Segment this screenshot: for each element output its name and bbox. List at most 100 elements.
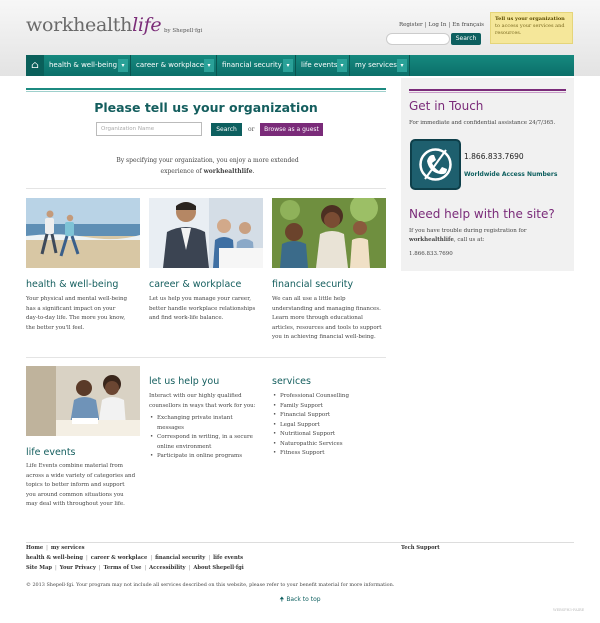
login-link[interactable]: Log In [428,22,446,28]
help-phone[interactable]: 1.866.833.7690 [409,250,453,259]
arrow-up-icon: 🠉 [279,596,285,603]
life-events-desc: Life Events combine material from across … [26,463,136,507]
health-title[interactable]: health & well-being [26,279,118,290]
footer-row-3: Site Map | Your Privacy | Terms of Use | Acces… [26,565,244,571]
logo-life-text: life [132,14,162,36]
footer-link[interactable]: Accessibility [149,565,185,571]
life-events-title[interactable]: life events [26,447,76,458]
nav-financial[interactable]: financial security [218,55,282,76]
spec-line: experience of workhealthlife. [160,168,255,175]
footer-link[interactable]: my services [51,545,85,551]
nav-my-services[interactable]: my services [351,55,397,76]
nav-health[interactable]: health & well-being [45,55,117,76]
spec-line: By specifying your organization, you enj… [116,157,299,164]
tech-support-link[interactable]: Tech Support [401,545,440,551]
help-options-list: Exchanging private instantmessages Corre… [149,414,267,462]
phone-icon [410,139,461,190]
tip-title[interactable]: Tell us your organization [495,16,565,22]
footer-rule [26,542,574,543]
couple-photo[interactable] [26,366,140,436]
list-item: Exchanging private instantmessages [149,414,267,433]
nav-separator [349,55,350,76]
logo-main-text: workhealth [26,14,133,36]
list-item: Participate in online programs [149,452,267,462]
get-in-touch-title: Get in Touch [409,99,484,113]
footer-link[interactable]: About Shepell·fgi [193,565,243,571]
footer-row-2: health & well-being | career & workplace | f… [26,555,244,561]
chevron-down-icon[interactable]: ▾ [118,59,128,72]
utility-links: Register | Log In | En français [399,22,484,28]
worldwide-access-link[interactable]: Worldwide Access Numbers [464,171,557,178]
section-divider [26,357,386,358]
career-title[interactable]: career & workplace [149,279,241,290]
french-link[interactable]: En français [452,22,484,28]
nav-separator [130,55,131,76]
service-item[interactable]: Legal Support [272,421,390,431]
service-item[interactable]: Financial Support [272,411,390,421]
services-title: services [272,376,311,387]
org-search-button[interactable]: Search [211,123,242,136]
or-label: or [248,126,255,133]
financial-desc: We can all use a little help understandin… [272,296,382,340]
top-search-button[interactable]: Search [451,33,481,45]
services-list: Professional Counselling Family Support … [272,392,390,459]
back-to-top-link[interactable]: 🠉 Back to top [0,595,600,605]
main-rule-light [26,91,386,92]
nav-separator [295,55,296,76]
service-item[interactable]: Family Support [272,402,390,412]
phone-number[interactable]: 1.866.833.7690 [464,152,524,161]
footer-link[interactable]: career & workplace [91,555,148,561]
let-us-help-intro: Interact with our highly qualified counse… [149,393,256,409]
trouble-text: If you have trouble during registration … [409,228,527,243]
immediate-text: For immediate and confidential assistanc… [409,120,556,126]
nav-separator [216,55,217,76]
server-id: WEBSPH3-FAIRE [553,608,585,612]
service-item[interactable]: Nutritional Support [272,430,390,440]
service-item[interactable]: Professional Counselling [272,392,390,402]
copyright: © 2013 Shepell·fgi. Your program may not… [26,582,395,588]
footer-link[interactable]: financial security [155,555,205,561]
service-item[interactable]: Naturopathic Services [272,440,390,450]
footer-link[interactable]: Your Privacy [60,565,96,571]
home-icon[interactable]: ⌂ [26,55,44,76]
main-nav: ⌂ health & well-being ▾ career & workpla… [26,55,574,76]
footer-link[interactable]: Site Map [26,565,52,571]
org-tip-box: Tell us your organization to access your… [490,12,573,44]
nav-career[interactable]: career & workplace [132,55,204,76]
footer-link[interactable]: Home [26,545,43,551]
chevron-down-icon[interactable]: ▾ [283,59,293,72]
footer-row-1: Home | my services [26,545,85,551]
section-divider [26,188,386,189]
sidebar-rule [409,89,566,91]
health-desc: Your physical and mental well-being has a… [26,296,128,331]
financial-title[interactable]: financial security [272,279,353,290]
chevron-down-icon[interactable]: ▾ [397,59,407,72]
service-item[interactable]: Fitness Support [272,449,390,459]
sidebar-rule-light [409,92,566,93]
chevron-down-icon[interactable]: ▾ [204,59,214,72]
beach-photo[interactable] [26,198,140,268]
browse-guest-button[interactable]: Browse as a guest [260,123,323,136]
family-photo[interactable] [272,198,386,268]
register-link[interactable]: Register [399,22,423,28]
tip-text: to access your services and resources. [495,23,565,36]
nav-separator [409,55,410,76]
back-to-top-label: Back to top [286,596,321,603]
spec-text: By specifying your organization, you enj… [110,155,305,177]
byline: by Shepell·fgi [164,28,203,34]
career-desc: Let us help you manage your career, bette… [149,296,256,321]
footer-link[interactable]: health & well-being [26,555,83,561]
let-us-help-title: let us help you [149,376,220,387]
nav-life-events[interactable]: life events [297,55,337,76]
list-item: Correspond in writing, in a secureonline… [149,433,267,452]
need-help-title: Need help with the site? [409,207,555,221]
main-rule [26,88,386,90]
site-logo[interactable]: workhealthlife [26,14,162,36]
office-photo[interactable] [149,198,263,268]
footer-link[interactable]: Terms of Use [104,565,142,571]
footer-link[interactable]: life events [213,555,243,561]
organization-input[interactable]: Organization Name [96,122,202,136]
page-title: Please tell us your organization [94,100,318,115]
top-search-input[interactable] [386,33,450,45]
chevron-down-icon[interactable]: ▾ [337,59,347,72]
